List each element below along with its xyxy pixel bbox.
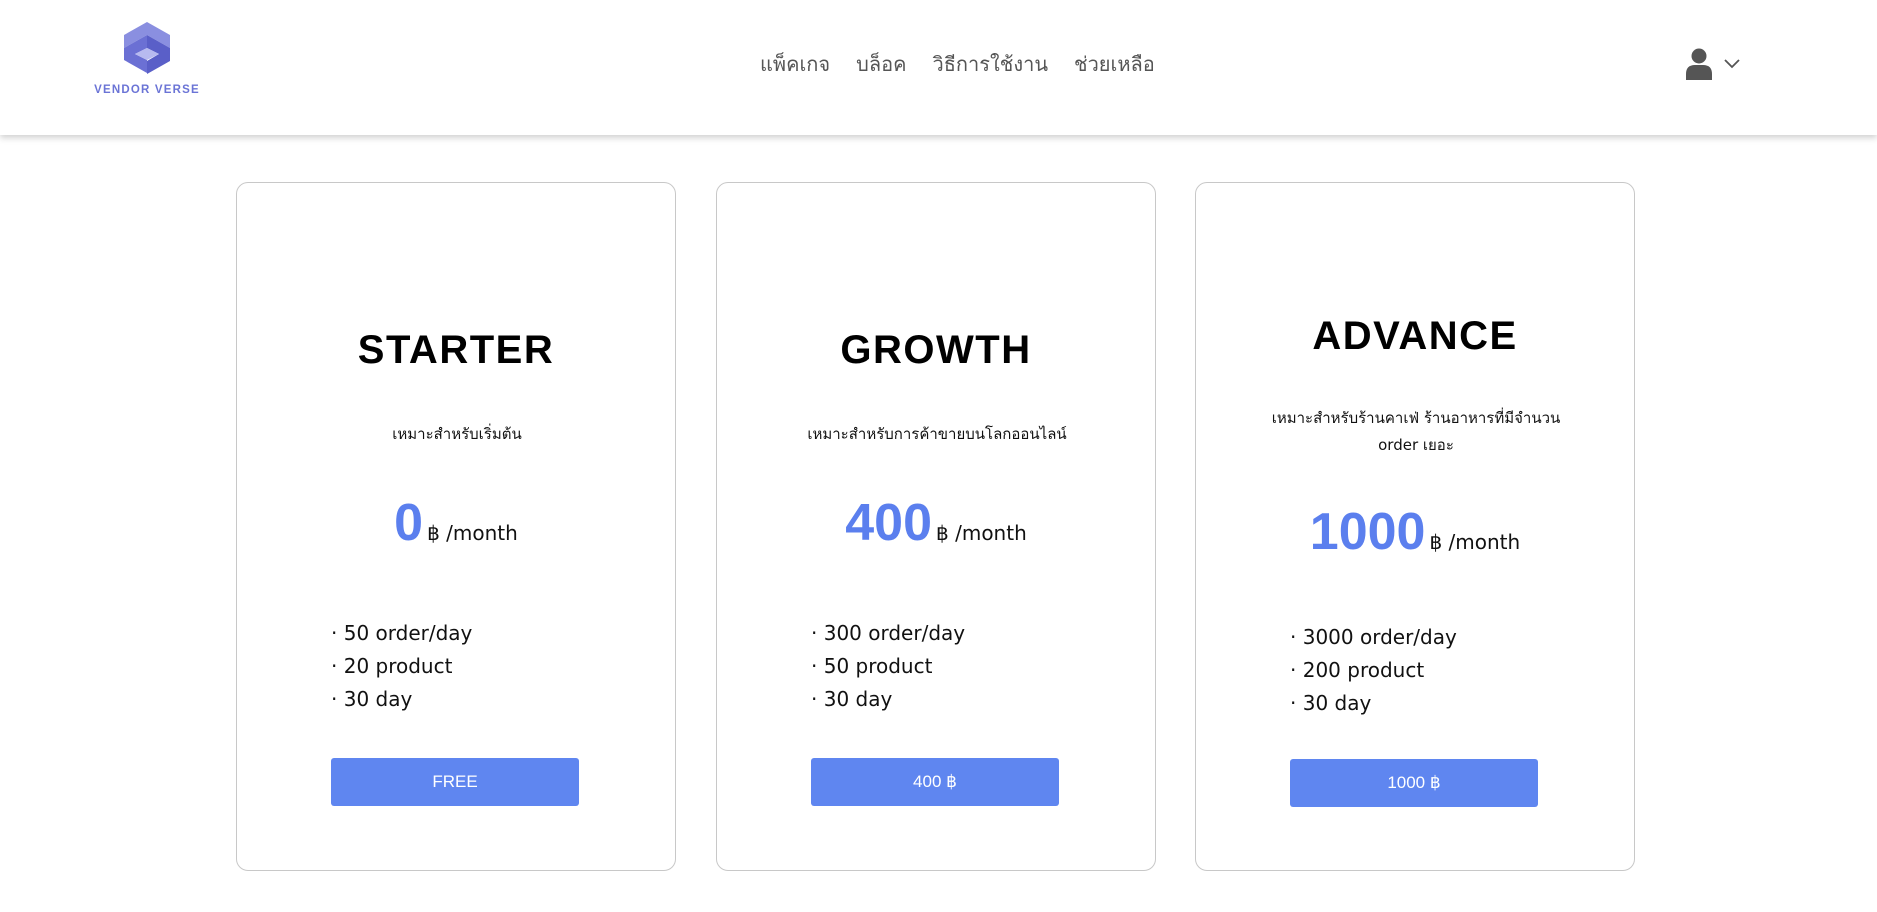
price-unit: ฿ /month — [936, 521, 1027, 545]
feature-list: 50 order/day 20 product 30 day — [331, 617, 473, 716]
plan-price: 0 ฿ /month — [237, 493, 675, 553]
brand-name: VENDOR VERSE — [94, 84, 200, 96]
feature-item: 30 day — [811, 683, 965, 716]
feature-item: 50 order/day — [331, 617, 473, 650]
user-icon — [1686, 48, 1712, 80]
plan-description: เหมาะสำหรับเริ่มต้น — [392, 425, 522, 443]
feature-item: 20 product — [331, 650, 472, 683]
plan-description: เหมาะสำหรับการค้าขายบนโลกออนไลน์ — [807, 425, 1067, 443]
vendor-verse-logo-icon — [124, 22, 170, 74]
plan-card-advance: ADVANCE เหมาะสำหรับร้านคาเฟ่ ร้านอาหารที… — [1195, 182, 1635, 871]
feature-item: 30 day — [1290, 687, 1457, 720]
plan-price: 400 ฿ /month — [717, 493, 1155, 553]
plan-card-growth: GROWTH เหมาะสำหรับการค้าขายบนโลกออนไลน์ … — [716, 182, 1156, 871]
top-navbar: VENDOR VERSE แพ็คเกจ บล็อค วิธีการใช้งาน… — [0, 0, 1877, 135]
plan-title: ADVANCE — [1312, 314, 1518, 358]
price-amount: 0 — [394, 494, 424, 552]
feature-list: 300 order/day 50 product 30 day — [811, 617, 965, 716]
nav-help[interactable]: ช่วยเหลือ — [1074, 48, 1155, 80]
plan-card-starter: STARTER เหมาะสำหรับเริ่มต้น 0฿ /month 50… — [236, 182, 676, 871]
feature-list: 3000 order/day 200 product 30 day — [1290, 621, 1457, 720]
price-unit: ฿ /month — [1429, 530, 1521, 554]
brand-logo[interactable]: VENDOR VERSE — [92, 20, 202, 100]
nav-blog[interactable]: บล็อค — [856, 48, 906, 80]
price-unit: ฿ /month — [427, 521, 518, 545]
price-amount: 1000 — [1309, 503, 1426, 561]
plan-title: STARTER — [357, 328, 555, 372]
feature-item: 30 day — [331, 683, 472, 716]
feature-item: 50 product — [811, 650, 965, 683]
select-advance-button[interactable]: 1000 ฿ — [1290, 759, 1538, 807]
feature-item: 3000 order/day — [1290, 621, 1457, 654]
feature-item: 200 product — [1290, 654, 1457, 687]
nav-how-to-use[interactable]: วิธีการใช้งาน — [932, 48, 1048, 80]
select-starter-button[interactable]: FREE — [331, 758, 579, 806]
plan-description: เหมาะสำหรับร้านคาเฟ่ ร้านอาหารที่มีจำนวน… — [1271, 409, 1561, 454]
nav-packages[interactable]: แพ็คเกจ — [760, 48, 830, 80]
main-nav: แพ็คเกจ บล็อค วิธีการใช้งาน ช่วยเหลือ — [760, 48, 1155, 80]
chevron-down-icon — [1724, 59, 1740, 69]
feature-item: 300 order/day — [811, 617, 965, 650]
price-amount: 400 — [845, 494, 933, 552]
user-menu[interactable] — [1686, 48, 1740, 80]
plan-price: 1000 ฿ /month — [1196, 502, 1634, 562]
plan-title: GROWTH — [840, 328, 1032, 372]
select-growth-button[interactable]: 400 ฿ — [811, 758, 1059, 806]
